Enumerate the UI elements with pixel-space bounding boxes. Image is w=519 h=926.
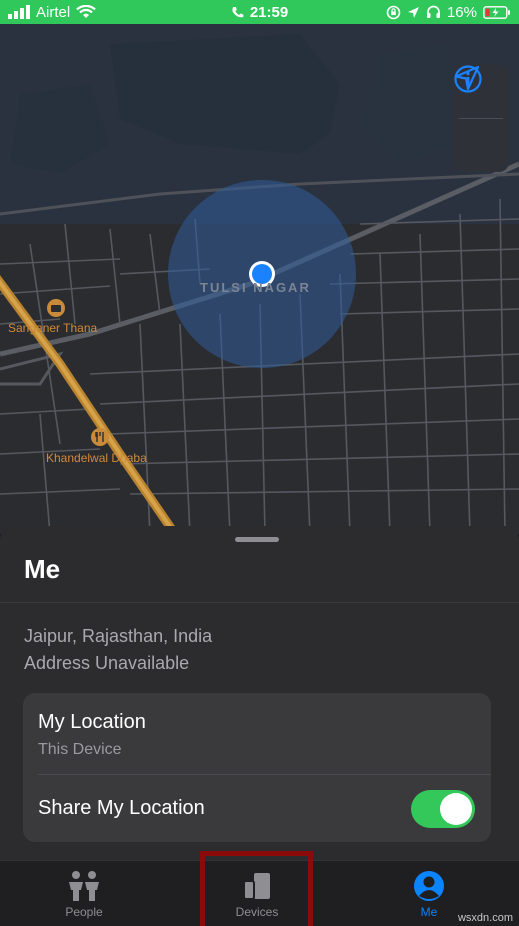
- tab-people-label: People: [65, 905, 103, 919]
- poi-khandelwal-dhaba[interactable]: Khandelwal Dhaba: [46, 451, 147, 465]
- address-status: Address Unavailable: [24, 653, 190, 673]
- battery-low-icon: [483, 5, 510, 19]
- tab-bar: People Devices Me: [0, 860, 519, 926]
- bottom-sheet[interactable]: Me Jaipur, Rajasthan, India Address Unav…: [0, 526, 519, 860]
- status-time: 21:59: [249, 3, 289, 21]
- rotation-lock-icon: [386, 5, 401, 19]
- location-card: My Location This Device Share My Locatio…: [23, 693, 491, 842]
- tab-devices[interactable]: Devices: [197, 861, 317, 926]
- card-divider: [38, 774, 491, 775]
- person-circle-icon: [414, 871, 444, 901]
- poi-sanganer-thana[interactable]: Sanganer Thana: [8, 321, 97, 335]
- location-button[interactable]: [453, 65, 509, 173]
- share-location-toggle[interactable]: [411, 790, 475, 828]
- map-area-label: TULSI NAGAR: [200, 280, 311, 295]
- location-services-icon: [407, 6, 419, 18]
- map-view[interactable]: TULSI NAGAR Sanganer Thana Khandelwal Dh…: [0, 24, 519, 534]
- carrier-name: Airtel: [36, 3, 71, 21]
- battery-percent: 16%: [446, 3, 477, 21]
- address-city: Jaipur, Rajasthan, India: [24, 626, 213, 646]
- devices-icon: [243, 873, 270, 900]
- toggle-knob: [440, 793, 472, 825]
- signal-icon: [8, 5, 30, 19]
- people-icon: [69, 871, 99, 901]
- watermark: wsxdn.com: [457, 912, 513, 924]
- location-arrow-icon: [454, 65, 480, 91]
- headphones-icon: [426, 5, 440, 18]
- status-right: 16%: [386, 4, 511, 21]
- tab-me-label: Me: [420, 905, 438, 919]
- my-location-subtitle: This Device: [38, 741, 122, 758]
- sheet-divider: [0, 602, 519, 603]
- share-location-label: Share My Location: [38, 797, 205, 819]
- call-icon: [231, 6, 243, 17]
- sheet-title: Me: [24, 554, 61, 584]
- wifi-icon: [76, 5, 96, 18]
- tab-devices-label: Devices: [235, 905, 279, 919]
- sheet-grabber[interactable]: [235, 537, 279, 542]
- status-center: 21:59: [231, 4, 288, 21]
- tab-people[interactable]: People: [24, 861, 144, 926]
- status-left: Airtel: [8, 4, 96, 21]
- map-controls: [453, 64, 509, 172]
- my-location-title: My Location: [38, 711, 146, 733]
- status-bar: Airtel 21:59 16%: [0, 0, 519, 24]
